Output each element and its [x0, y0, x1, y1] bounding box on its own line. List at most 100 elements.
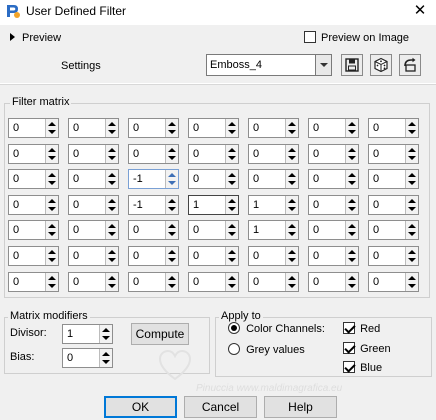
matrix-cell[interactable]: 0 — [8, 272, 59, 292]
matrix-cell[interactable]: 0 — [128, 220, 179, 240]
spinner-arrows[interactable] — [285, 145, 298, 163]
matrix-cell[interactable]: 0 — [308, 195, 359, 215]
matrix-cell[interactable]: 0 — [68, 246, 119, 266]
matrix-cell[interactable]: 0 — [188, 272, 239, 292]
spinner-arrows[interactable] — [45, 170, 58, 188]
matrix-cell[interactable]: 0 — [188, 246, 239, 266]
spinner-arrows[interactable] — [345, 170, 358, 188]
preview-on-image-option[interactable]: Preview on Image — [304, 31, 409, 44]
spinner-arrows[interactable] — [105, 170, 118, 188]
matrix-cell[interactable]: 0 — [368, 195, 419, 215]
matrix-cell[interactable]: 1 — [248, 220, 299, 240]
green-checkbox[interactable] — [343, 342, 355, 354]
matrix-cell[interactable]: 0 — [128, 144, 179, 164]
matrix-cell[interactable]: 0 — [248, 272, 299, 292]
preview-on-image-checkbox[interactable] — [304, 31, 316, 43]
matrix-cell[interactable]: 0 — [308, 169, 359, 189]
spinner-arrows[interactable] — [225, 145, 238, 163]
spinner-arrows[interactable] — [105, 247, 118, 265]
matrix-cell[interactable]: 0 — [308, 272, 359, 292]
spinner-arrows[interactable] — [285, 273, 298, 291]
matrix-cell[interactable]: 0 — [368, 272, 419, 292]
matrix-cell[interactable]: 0 — [68, 272, 119, 292]
matrix-cell[interactable]: 0 — [68, 144, 119, 164]
red-checkbox[interactable] — [343, 322, 355, 334]
spinner-arrows[interactable] — [345, 145, 358, 163]
spinner-arrows[interactable] — [405, 273, 418, 291]
spinner-arrows[interactable] — [45, 145, 58, 163]
matrix-cell[interactable]: 0 — [248, 118, 299, 138]
spinner-arrows[interactable] — [285, 221, 298, 239]
close-window-button[interactable]: ✕ — [410, 0, 430, 22]
spinner-arrows[interactable] — [45, 119, 58, 137]
blue-checkbox[interactable] — [343, 361, 355, 373]
chevron-down-icon[interactable] — [315, 55, 331, 75]
spinner-arrows[interactable] — [45, 221, 58, 239]
matrix-cell[interactable]: 0 — [308, 118, 359, 138]
matrix-cell[interactable]: 0 — [8, 118, 59, 138]
matrix-cell[interactable]: 0 — [368, 246, 419, 266]
spinner-arrows[interactable] — [405, 196, 418, 214]
matrix-cell[interactable]: 0 — [8, 169, 59, 189]
spinner-arrows[interactable] — [225, 247, 238, 265]
spinner-arrows[interactable] — [99, 325, 112, 343]
spinner-arrows[interactable] — [345, 273, 358, 291]
matrix-cell[interactable]: 0 — [8, 195, 59, 215]
matrix-cell[interactable]: 0 — [128, 246, 179, 266]
matrix-cell[interactable]: 0 — [368, 220, 419, 240]
spinner-arrows[interactable] — [225, 196, 238, 214]
grey-values-radio[interactable] — [228, 343, 240, 355]
spinner-arrows[interactable] — [225, 170, 238, 188]
spinner-arrows[interactable] — [285, 119, 298, 137]
spinner-arrows[interactable] — [225, 221, 238, 239]
preset-dropdown[interactable]: Emboss_4 — [206, 54, 332, 76]
matrix-cell[interactable]: 0 — [308, 220, 359, 240]
matrix-cell[interactable]: -1 — [128, 169, 179, 189]
matrix-cell[interactable]: 0 — [368, 169, 419, 189]
matrix-cell[interactable]: 0 — [68, 169, 119, 189]
green-channel-option[interactable]: Green — [343, 342, 391, 355]
matrix-cell[interactable]: 0 — [8, 246, 59, 266]
matrix-cell[interactable]: 0 — [128, 272, 179, 292]
spinner-arrows[interactable] — [45, 247, 58, 265]
divisor-spinner[interactable]: 1 — [62, 324, 113, 344]
color-channels-radio[interactable] — [228, 322, 240, 334]
matrix-cell[interactable]: 0 — [308, 144, 359, 164]
spinner-arrows[interactable] — [405, 170, 418, 188]
cancel-button[interactable]: Cancel — [184, 396, 257, 418]
spinner-arrows[interactable] — [345, 119, 358, 137]
spinner-arrows[interactable] — [345, 196, 358, 214]
matrix-cell[interactable]: 0 — [188, 220, 239, 240]
spinner-arrows[interactable] — [165, 247, 178, 265]
spinner-arrows[interactable] — [105, 119, 118, 137]
matrix-cell[interactable]: 0 — [188, 144, 239, 164]
spinner-arrows[interactable] — [45, 273, 58, 291]
spinner-arrows[interactable] — [165, 196, 178, 214]
spinner-arrows[interactable] — [285, 170, 298, 188]
randomize-button[interactable] — [370, 54, 392, 76]
spinner-arrows[interactable] — [165, 221, 178, 239]
spinner-arrows[interactable] — [105, 273, 118, 291]
spinner-arrows[interactable] — [45, 196, 58, 214]
color-channels-option[interactable]: Color Channels: — [228, 322, 325, 335]
preview-toggle[interactable]: Preview — [10, 32, 61, 44]
matrix-cell[interactable]: 0 — [188, 118, 239, 138]
matrix-cell[interactable]: 0 — [368, 118, 419, 138]
spinner-arrows[interactable] — [165, 273, 178, 291]
spinner-arrows[interactable] — [405, 221, 418, 239]
spinner-arrows[interactable] — [165, 170, 178, 188]
help-button[interactable]: Help — [264, 396, 337, 418]
spinner-arrows[interactable] — [225, 273, 238, 291]
spinner-arrows[interactable] — [99, 349, 112, 367]
matrix-cell[interactable]: 1 — [188, 195, 239, 215]
matrix-cell[interactable]: 0 — [8, 220, 59, 240]
matrix-cell[interactable]: 0 — [308, 246, 359, 266]
matrix-cell[interactable]: 0 — [68, 195, 119, 215]
matrix-cell[interactable]: -1 — [128, 195, 179, 215]
spinner-arrows[interactable] — [105, 221, 118, 239]
reset-button[interactable] — [399, 54, 421, 76]
spinner-arrows[interactable] — [345, 221, 358, 239]
ok-button[interactable]: OK — [104, 396, 177, 418]
matrix-cell[interactable]: 0 — [368, 144, 419, 164]
spinner-arrows[interactable] — [405, 247, 418, 265]
